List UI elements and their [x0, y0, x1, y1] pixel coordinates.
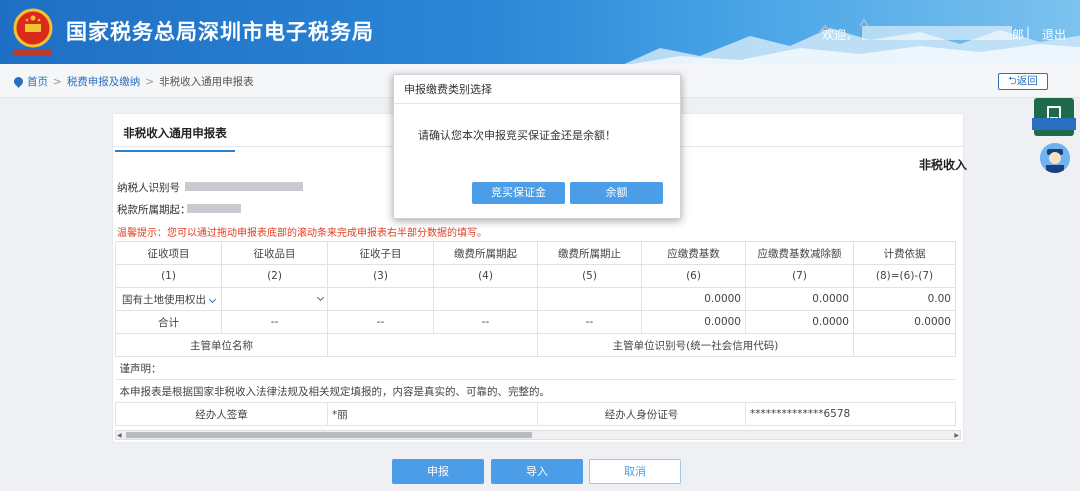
total-label: 合计	[115, 310, 222, 334]
username-tail: 郎	[1012, 28, 1025, 42]
agent-id-value[interactable]: **************6578	[745, 402, 956, 426]
logout-link[interactable]: 退出	[1042, 26, 1066, 43]
total-dash: --	[537, 310, 642, 334]
code-cell: (5)	[537, 264, 642, 288]
declaration-type-dialog: 申报缴费类别选择 请确认您本次申报竞买保证金还是余额！ 竞买保证金 余额	[393, 74, 681, 219]
total-fee-deduction: 0.0000	[745, 310, 854, 334]
scrollbar-thumb[interactable]	[126, 432, 532, 438]
th-collection-category: 征收品目	[221, 241, 328, 265]
code-cell: (3)	[327, 264, 434, 288]
back-button[interactable]: ⮌返回	[998, 73, 1048, 90]
back-label: 返回	[1016, 75, 1038, 87]
collection-item-select[interactable]: 国有土地使用权出让	[115, 287, 222, 311]
table-header-row: 征收项目 征收品目 征收子目 缴费所属期起 缴费所属期止 应缴费基数 应缴费基数…	[115, 241, 956, 265]
fee-deduction-cell[interactable]: 0.0000	[745, 287, 854, 311]
declare-label-row: 谨声明：	[115, 356, 956, 380]
national-emblem-icon	[13, 8, 53, 56]
org-id-value	[853, 333, 956, 357]
collection-category-select[interactable]	[221, 287, 328, 311]
service-person-icon	[1040, 143, 1070, 173]
breadcrumb-sep: >	[145, 76, 155, 88]
warm-tip: 温馨提示：您可以通过拖动申报表底部的滚动条来完成申报表右半部分数据的填写。	[117, 228, 487, 239]
breadcrumb-current: 非税收入通用申报表	[159, 76, 254, 88]
th-period-start: 缴费所属期起	[433, 241, 538, 265]
total-dash: --	[433, 310, 538, 334]
th-fee-base: 应缴费基数	[641, 241, 746, 265]
period-start-masked	[187, 204, 241, 213]
dialog-message: 请确认您本次申报竞买保证金还是余额！	[418, 129, 616, 142]
org-id-label: 主管单位识别号(统一社会信用代码)	[537, 333, 854, 357]
total-dash: --	[327, 310, 434, 334]
dialog-title: 申报缴费类别选择	[394, 75, 680, 104]
customer-service-avatar-icon[interactable]	[1040, 143, 1070, 173]
th-fee-base-deduction: 应缴费基数减除额	[745, 241, 854, 265]
breadcrumb-home[interactable]: 首页	[27, 76, 48, 88]
declaration-table: 征收项目 征收品目 征收子目 缴费所属期起 缴费所属期止 应缴费基数 应缴费基数…	[115, 241, 956, 426]
taxpayer-id-masked	[185, 182, 303, 191]
code-cell: (4)	[433, 264, 538, 288]
form-title: 非税收入	[919, 158, 968, 172]
cancel-button[interactable]: 取消	[589, 459, 681, 484]
th-collection-subitem: 征收子目	[327, 241, 434, 265]
manual-book-icon[interactable]	[1034, 98, 1074, 136]
chevron-down-icon	[208, 295, 217, 303]
declare-text: 本申报表是根据国家非税收入法律法规及相关规定填报的，内容是真实的、可靠的、完整的…	[115, 379, 956, 403]
th-period-end: 缴费所属期止	[537, 241, 642, 265]
agent-sign-value[interactable]: *丽	[327, 402, 538, 426]
total-fee-base: 0.0000	[641, 310, 746, 334]
declare-label: 谨声明：	[115, 356, 956, 380]
location-pin-icon	[12, 75, 25, 88]
code-cell: (8)=(6)-(7)	[853, 264, 956, 288]
org-name-label: 主管单位名称	[115, 333, 328, 357]
deposit-button[interactable]: 竞买保证金	[472, 182, 565, 204]
fee-base-cell[interactable]: 0.0000	[641, 287, 746, 311]
period-end-cell[interactable]	[537, 287, 642, 311]
th-billing-basis: 计费依据	[853, 241, 956, 265]
period-start-cell[interactable]	[433, 287, 538, 311]
table-code-row: (1) (2) (3) (4) (5) (6) (7) (8)=(6)-(7)	[115, 264, 956, 288]
total-dash: --	[221, 310, 328, 334]
manual-tag[interactable]	[1032, 118, 1076, 130]
breadcrumb-tax-declaration[interactable]: 税费申报及缴纳	[67, 76, 141, 88]
agent-sign-label: 经办人签章	[115, 402, 328, 426]
org-row: 主管单位名称 主管单位识别号(统一社会信用代码)	[115, 333, 956, 357]
breadcrumb-sep: >	[53, 76, 62, 88]
submit-button[interactable]: 申报	[392, 459, 484, 484]
collection-subitem-cell[interactable]	[327, 287, 434, 311]
import-button[interactable]: 导入	[491, 459, 583, 484]
balance-button[interactable]: 余额	[570, 182, 663, 204]
chevron-down-icon	[316, 293, 325, 302]
code-cell: (1)	[115, 264, 222, 288]
code-cell: (7)	[745, 264, 854, 288]
site-title: 国家税务总局深圳市电子税务局	[66, 20, 374, 44]
header-separator: |	[1026, 25, 1031, 39]
total-billing-basis: 0.0000	[853, 310, 956, 334]
masked-username	[862, 26, 1012, 40]
welcome-text: 欢迎，	[822, 28, 859, 42]
scroll-left-arrow-icon[interactable]: ◀	[117, 432, 122, 439]
tab-non-tax-income[interactable]: 非税收入通用申报表	[115, 122, 235, 152]
scroll-right-arrow-icon[interactable]: ▶	[954, 432, 959, 439]
agent-id-label: 经办人身份证号	[537, 402, 746, 426]
breadcrumb: 首页 > 税费申报及缴纳 > 非税收入通用申报表	[12, 74, 254, 89]
declare-text-row: 本申报表是根据国家非税收入法律法规及相关规定填报的，内容是真实的、可靠的、完整的…	[115, 379, 956, 403]
period-start-label: 税款所属期起：	[117, 204, 191, 216]
horizontal-scrollbar[interactable]: ◀ ▶	[115, 430, 961, 440]
collection-item-value: 国有土地使用权出让	[122, 293, 206, 306]
table-row: 国有土地使用权出让 0.0000 0.0000 0.00	[115, 287, 956, 311]
th-collection-item: 征收项目	[115, 241, 222, 265]
table-total-row: 合计 -- -- -- -- 0.0000 0.0000 0.0000	[115, 310, 956, 334]
billing-basis-cell: 0.00	[853, 287, 956, 311]
return-arrow-icon: ⮌	[1008, 75, 1017, 87]
code-cell: (6)	[641, 264, 746, 288]
code-cell: (2)	[221, 264, 328, 288]
org-name-value	[327, 333, 538, 357]
agent-row: 经办人签章 *丽 经办人身份证号 **************6578	[115, 402, 956, 426]
site-header: 国家税务总局深圳市电子税务局 欢迎， 郎 | 退出	[0, 0, 1080, 64]
taxpayer-id-label: 纳税人识别号	[117, 182, 180, 194]
